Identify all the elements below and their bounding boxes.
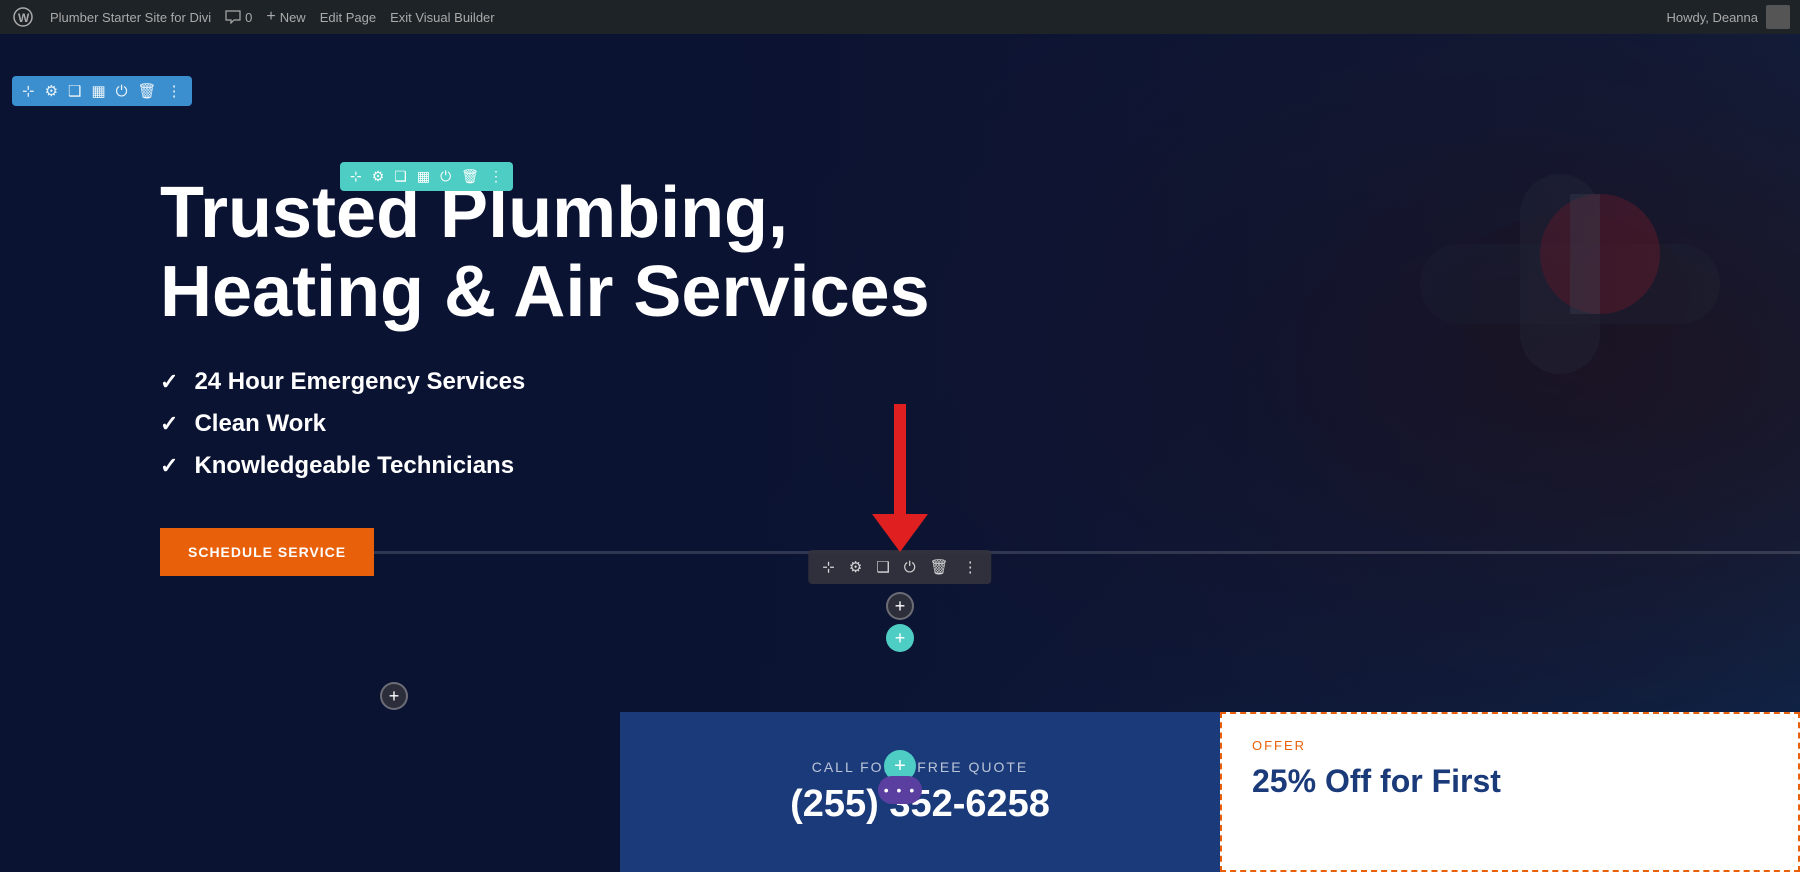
- check-icon-3: ✓: [160, 453, 178, 479]
- hero-section: ⊹ ⚙ ❑ ▦ ⏻ 🗑 ⋮ ⊹ ⚙ ❑ ▦ ⏻ 🗑 ⋮ Trusted Plum…: [0, 34, 1800, 872]
- comment-link[interactable]: 0: [225, 10, 252, 25]
- arrow-head: [872, 514, 928, 552]
- text-module-toolbar: ⊹ ⚙ ❑ ▦ ⏻ 🗑 ⋮: [340, 162, 513, 191]
- toolbar-settings-icon[interactable]: ⚙: [45, 82, 58, 100]
- col-duplicate-icon[interactable]: ❑: [876, 558, 889, 576]
- module-power-icon[interactable]: ⏻: [440, 168, 451, 185]
- svg-text:W: W: [18, 11, 30, 25]
- toolbar-more-icon[interactable]: ⋮: [167, 82, 182, 100]
- wordpress-logo-icon[interactable]: W: [10, 4, 36, 30]
- module-trash-icon[interactable]: 🗑: [461, 168, 479, 185]
- check-icon-2: ✓: [160, 411, 178, 437]
- call-label: CALL FOR A FREE QUOTE: [812, 759, 1029, 775]
- comment-count: 0: [245, 10, 252, 25]
- toolbar-grid-icon[interactable]: ▦: [91, 82, 105, 100]
- hero-title: Trusted Plumbing, Heating & Air Services: [160, 174, 940, 332]
- checklist-item-3: ✓ Knowledgeable Technicians: [160, 452, 1800, 480]
- col-move-icon[interactable]: ⊹: [822, 558, 835, 576]
- cta-divider: [374, 551, 1800, 554]
- site-name[interactable]: Plumber Starter Site for Divi: [50, 10, 211, 25]
- edit-page-link[interactable]: Edit Page: [320, 10, 376, 25]
- annotation-arrow: [872, 404, 928, 552]
- offer-card: OFFER 25% Off for First: [1220, 712, 1800, 872]
- add-section-button-teal[interactable]: +: [886, 624, 914, 652]
- schedule-service-button[interactable]: SCHEDULE SERVICE: [160, 528, 374, 576]
- toolbar-trash-icon[interactable]: 🗑: [138, 82, 157, 100]
- checklist-item-1: ✓ 24 Hour Emergency Services: [160, 368, 1800, 396]
- divi-page-toolbar: ⊹ ⚙ ❑ ▦ ⏻ 🗑 ⋮: [12, 76, 192, 106]
- offer-title: 25% Off for First: [1252, 763, 1768, 800]
- checklist-text-1: 24 Hour Emergency Services: [194, 368, 525, 396]
- admin-bar: W Plumber Starter Site for Divi 0 + New …: [0, 0, 1800, 34]
- checklist-text-2: Clean Work: [194, 410, 326, 438]
- module-settings-icon[interactable]: ⚙: [372, 168, 385, 185]
- new-label: New: [280, 10, 306, 25]
- checklist-item-2: ✓ Clean Work: [160, 410, 1800, 438]
- col-trash-icon[interactable]: 🗑: [930, 558, 949, 576]
- add-section-left-button[interactable]: +: [380, 682, 408, 710]
- toolbar-move-icon[interactable]: ⊹: [22, 82, 35, 100]
- module-grid-icon[interactable]: ▦: [417, 168, 430, 185]
- hero-checklist: ✓ 24 Hour Emergency Services ✓ Clean Wor…: [160, 368, 1800, 480]
- howdy-text: Howdy, Deanna: [1666, 10, 1758, 25]
- offer-label: OFFER: [1252, 738, 1768, 753]
- toolbar-power-icon[interactable]: ⏻: [116, 83, 128, 100]
- module-move-icon[interactable]: ⊹: [350, 168, 362, 185]
- column-module-toolbar: ⊹ ⚙ ❑ ⏻ 🗑 ⋮: [808, 550, 991, 584]
- add-row-button-1[interactable]: +: [886, 592, 914, 620]
- check-icon-1: ✓: [160, 369, 178, 395]
- new-link[interactable]: + New: [266, 8, 305, 26]
- arrow-shaft: [894, 404, 906, 514]
- col-settings-icon[interactable]: ⚙: [849, 558, 862, 576]
- module-duplicate-icon[interactable]: ❑: [394, 168, 407, 185]
- toolbar-duplicate-icon[interactable]: ❑: [68, 82, 81, 100]
- user-avatar[interactable]: [1766, 5, 1790, 29]
- col-power-icon[interactable]: ⏻: [904, 559, 916, 576]
- dots-menu-button[interactable]: • • •: [878, 776, 922, 804]
- col-more-icon[interactable]: ⋮: [963, 558, 978, 576]
- checklist-text-3: Knowledgeable Technicians: [194, 452, 514, 480]
- exit-builder-link[interactable]: Exit Visual Builder: [390, 10, 495, 25]
- module-more-icon[interactable]: ⋮: [489, 168, 503, 185]
